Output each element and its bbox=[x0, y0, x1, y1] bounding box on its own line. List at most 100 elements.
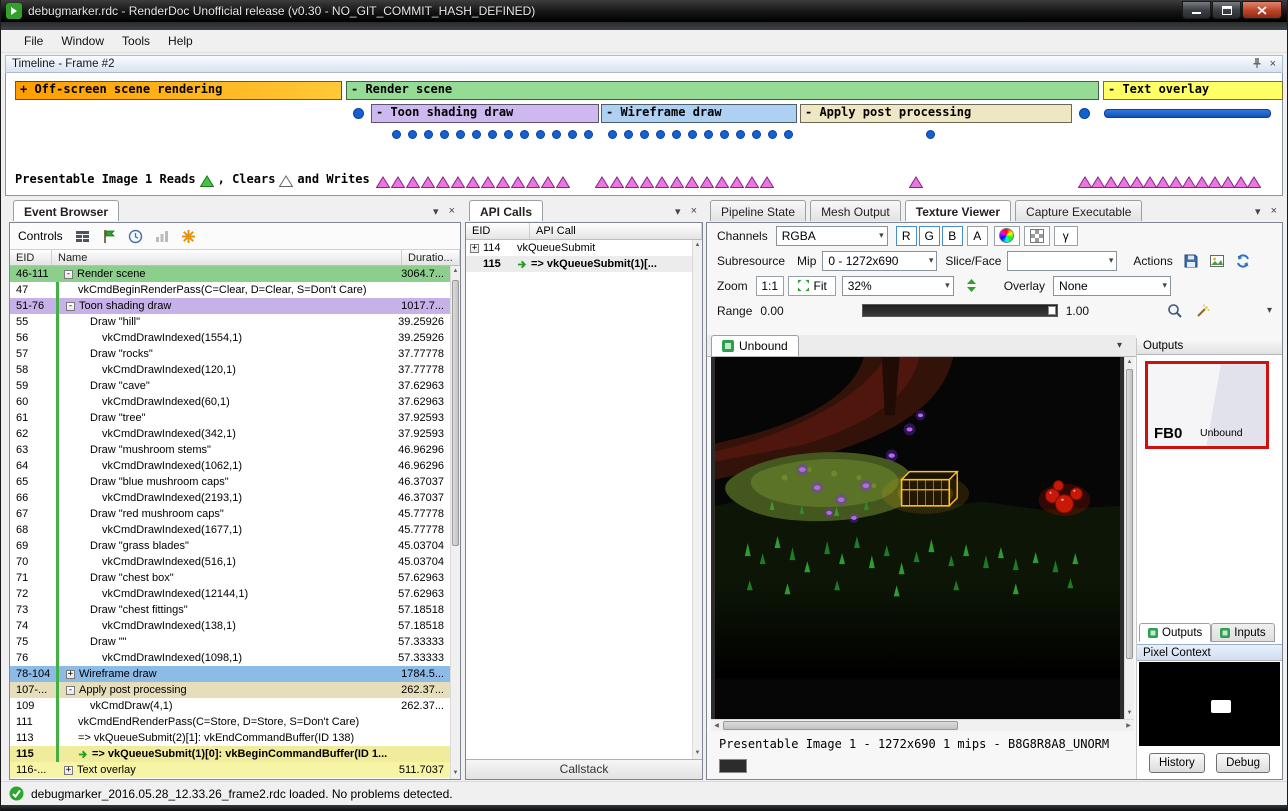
fb0-thumbnail[interactable]: FB0 Unbound bbox=[1145, 361, 1269, 449]
event-row-75[interactable]: 75Draw ""57.33333 bbox=[10, 634, 450, 650]
column-name[interactable]: Name bbox=[52, 250, 402, 265]
close-icon[interactable]: × bbox=[691, 205, 697, 218]
bookmark-flag-icon[interactable] bbox=[102, 229, 116, 244]
event-row-78-104[interactable]: 78-104+Wireframe draw1784.5... bbox=[10, 666, 450, 682]
event-row-69[interactable]: 69Draw "grass blades"45.03704 bbox=[10, 538, 450, 554]
event-row-116-...[interactable]: 116-...+Text overlay511.7037 bbox=[10, 762, 450, 778]
flip-vertical-button[interactable] bbox=[962, 276, 982, 296]
event-browser-scrollbar[interactable]: ▲ ▼ bbox=[450, 266, 460, 779]
event-row-59[interactable]: 59Draw "cave"37.62963 bbox=[10, 378, 450, 394]
stats-chart-icon[interactable] bbox=[155, 229, 169, 243]
zoom-level-combo[interactable]: 32%▾ bbox=[842, 276, 954, 296]
api-call-row-114[interactable]: +114vkQueueSubmit bbox=[466, 240, 692, 256]
event-row-113[interactable]: 113=> vkQueueSubmit(2)[1]: vkEndCommandB… bbox=[10, 730, 450, 746]
scroll-down-arrow[interactable]: ▼ bbox=[1125, 708, 1134, 719]
timeline-block-wireframe[interactable]: - Wireframe draw bbox=[601, 104, 797, 123]
close-button[interactable] bbox=[1242, 1, 1282, 19]
menu-file[interactable]: File bbox=[15, 31, 52, 51]
range-white-handle[interactable] bbox=[1048, 306, 1056, 315]
red-channel-toggle[interactable]: R bbox=[896, 226, 917, 246]
event-row-57[interactable]: 57Draw "rocks"37.77778 bbox=[10, 346, 450, 362]
close-icon[interactable]: × bbox=[1271, 205, 1277, 218]
slice-face-combo[interactable]: ▾ bbox=[1007, 251, 1117, 271]
event-row-55[interactable]: 55Draw "hill"39.25926 bbox=[10, 314, 450, 330]
zoom-1-1-button[interactable]: 1:1 bbox=[756, 276, 784, 296]
channels-combo[interactable]: RGBA▾ bbox=[776, 226, 888, 246]
open-image-button[interactable] bbox=[1207, 251, 1227, 271]
title-bar[interactable]: debugmarker.rdc - RenderDoc Unofficial r… bbox=[1, 0, 1287, 22]
timeline-block-toon[interactable]: - Toon shading draw bbox=[371, 104, 599, 123]
event-row-68[interactable]: 68vkCmdDrawIndexed(1677,1)45.77778 bbox=[10, 522, 450, 538]
color-wheel-button[interactable] bbox=[994, 226, 1020, 246]
tab-unbound-texture[interactable]: Unbound bbox=[711, 335, 799, 356]
history-button[interactable]: History bbox=[1149, 753, 1205, 773]
async-star-icon[interactable] bbox=[181, 229, 196, 244]
event-row-73[interactable]: 73Draw "chest fittings"57.18518 bbox=[10, 602, 450, 618]
column-eid[interactable]: EID bbox=[10, 250, 52, 265]
scroll-down-arrow[interactable]: ▼ bbox=[451, 768, 460, 779]
event-row-72[interactable]: 72vkCmdDrawIndexed(12144,1)57.62963 bbox=[10, 586, 450, 602]
callstack-section[interactable]: Callstack bbox=[466, 759, 702, 779]
event-row-62[interactable]: 62vkCmdDrawIndexed(342,1)37.92593 bbox=[10, 426, 450, 442]
timeline-block-render-scene[interactable]: - Render scene bbox=[346, 81, 1099, 100]
mip-combo[interactable]: 0 - 1272x690▾ bbox=[822, 251, 937, 271]
texture-display-area[interactable]: ▲ ▼ bbox=[711, 357, 1134, 719]
api-call-row-115[interactable]: 115=> vkQueueSubmit(1)[... bbox=[466, 256, 692, 272]
tab-inputs[interactable]: Inputs bbox=[1211, 623, 1274, 642]
expand-toggle[interactable]: + bbox=[64, 766, 73, 775]
event-row-74[interactable]: 74vkCmdDrawIndexed(138,1)57.18518 bbox=[10, 618, 450, 634]
chevron-down-icon[interactable]: ▾ bbox=[1117, 340, 1122, 351]
scroll-up-arrow[interactable]: ▲ bbox=[451, 266, 460, 277]
green-channel-toggle[interactable]: G bbox=[919, 226, 940, 246]
checkerboard-background-button[interactable] bbox=[1024, 226, 1050, 246]
expand-toggle[interactable]: - bbox=[66, 686, 75, 695]
event-row-64[interactable]: 64vkCmdDrawIndexed(1062,1)46.96296 bbox=[10, 458, 450, 474]
zoom-range-button[interactable] bbox=[1165, 301, 1185, 321]
pixel-context-view[interactable] bbox=[1139, 662, 1280, 746]
scrollbar-thumb[interactable] bbox=[723, 721, 958, 730]
event-row-109[interactable]: 109vkCmdDraw(4,1)262.37... bbox=[10, 698, 450, 714]
browse-grid-icon[interactable] bbox=[75, 229, 90, 244]
save-texture-button[interactable] bbox=[1181, 251, 1201, 271]
range-slider[interactable] bbox=[862, 304, 1058, 317]
event-row-67[interactable]: 67Draw "red mushroom caps"45.77778 bbox=[10, 506, 450, 522]
scrollbar-thumb[interactable] bbox=[1126, 369, 1133, 659]
event-row-107-...[interactable]: 107-...-Apply post processing262.37... bbox=[10, 682, 450, 698]
close-icon[interactable]: × bbox=[1270, 59, 1276, 69]
event-row-70[interactable]: 70vkCmdDrawIndexed(516,1)45.03704 bbox=[10, 554, 450, 570]
scroll-up-arrow[interactable]: ▲ bbox=[693, 240, 702, 251]
chevron-down-icon[interactable]: ▾ bbox=[675, 205, 681, 218]
menu-window[interactable]: Window bbox=[52, 31, 113, 51]
scroll-left-arrow[interactable]: ◀ bbox=[711, 720, 722, 732]
timeline-block-text-overlay[interactable]: - Text overlay bbox=[1103, 81, 1283, 100]
event-row-60[interactable]: 60vkCmdDrawIndexed(60,1)37.62963 bbox=[10, 394, 450, 410]
tab-outputs[interactable]: Outputs bbox=[1139, 623, 1211, 642]
column-api-call[interactable]: API Call bbox=[530, 223, 702, 239]
overlay-combo[interactable]: None▾ bbox=[1053, 276, 1171, 296]
event-row-51-76[interactable]: 51-76-Toon shading draw1017.7... bbox=[10, 298, 450, 314]
timeline-block-offscreen[interactable]: + Off-screen scene rendering bbox=[15, 81, 342, 100]
fit-button[interactable]: Fit bbox=[788, 276, 836, 296]
event-row-111[interactable]: 111vkCmdEndRenderPass(C=Store, D=Store, … bbox=[10, 714, 450, 730]
column-eid[interactable]: EID bbox=[466, 223, 530, 239]
tab-event-browser[interactable]: Event Browser bbox=[13, 200, 119, 221]
event-row-47[interactable]: 47vkCmdBeginRenderPass(C=Clear, D=Clear,… bbox=[10, 282, 450, 298]
scroll-up-arrow[interactable]: ▲ bbox=[1125, 357, 1134, 368]
chevron-down-icon[interactable]: ▾ bbox=[433, 205, 439, 218]
menu-tools[interactable]: Tools bbox=[113, 31, 159, 51]
refresh-button[interactable] bbox=[1233, 251, 1253, 271]
time-durations-icon[interactable] bbox=[128, 229, 143, 244]
timeline-block-post[interactable]: - Apply post processing bbox=[800, 104, 1072, 123]
event-row-61[interactable]: 61Draw "tree"37.92593 bbox=[10, 410, 450, 426]
event-row-66[interactable]: 66vkCmdDrawIndexed(2193,1)46.37037 bbox=[10, 490, 450, 506]
scroll-down-arrow[interactable]: ▼ bbox=[693, 748, 702, 759]
scroll-right-arrow[interactable]: ▶ bbox=[1123, 720, 1134, 732]
pin-icon[interactable] bbox=[1252, 57, 1262, 71]
autofit-wand-button[interactable] bbox=[1193, 301, 1213, 321]
event-row-65[interactable]: 65Draw "blue mushroom caps"46.37037 bbox=[10, 474, 450, 490]
gamma-button[interactable]: γ bbox=[1054, 226, 1078, 246]
api-calls-scrollbar[interactable]: ▲ ▼ bbox=[692, 240, 702, 759]
tab-mesh-output[interactable]: Mesh Output bbox=[810, 200, 901, 221]
close-icon[interactable]: × bbox=[449, 205, 455, 218]
maximize-button[interactable] bbox=[1212, 1, 1241, 19]
